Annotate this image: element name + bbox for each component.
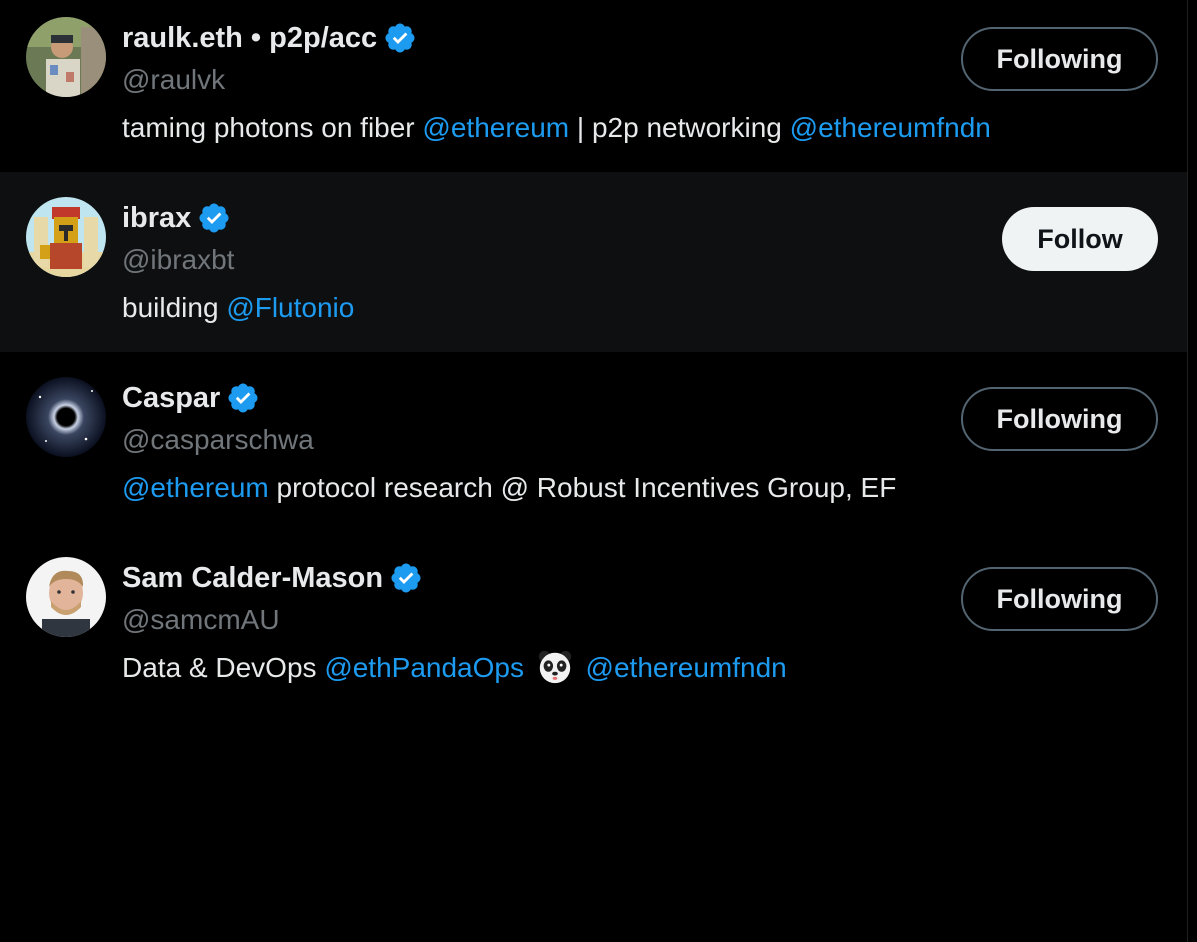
- panda-emoji-icon: [536, 648, 574, 686]
- following-button[interactable]: Following: [961, 27, 1158, 91]
- verified-badge-icon[interactable]: [197, 201, 231, 235]
- avatar[interactable]: [26, 377, 106, 457]
- user-cell-raulvk[interactable]: raulk.eth • p2p/acc @raulvk taming photo…: [0, 0, 1188, 180]
- mention-link[interactable]: @ethereumfndn: [586, 652, 787, 683]
- display-name-line[interactable]: Caspar: [122, 378, 260, 418]
- mention-link[interactable]: @ethereum: [422, 112, 569, 143]
- display-name-line[interactable]: raulk.eth • p2p/acc: [122, 18, 417, 58]
- bio-text: protocol research @ Robust Incentives Gr…: [268, 472, 897, 503]
- handle[interactable]: @ibraxbt: [122, 243, 234, 277]
- display-name[interactable]: Sam Calder-Mason: [122, 562, 383, 595]
- scrollbar[interactable]: [1187, 0, 1197, 942]
- bio-text: building: [122, 292, 227, 323]
- bio: building @Flutonio: [122, 288, 354, 328]
- handle[interactable]: @raulvk: [122, 63, 225, 97]
- mention-link[interactable]: @ethereum: [122, 472, 269, 503]
- display-name[interactable]: Caspar: [122, 382, 220, 415]
- display-name[interactable]: ibrax: [122, 202, 191, 235]
- avatar[interactable]: [26, 197, 106, 277]
- mention-link[interactable]: @ethereumfndn: [790, 112, 991, 143]
- bio-text: | p2p networking: [569, 112, 790, 143]
- user-cell-ibraxbt[interactable]: ibrax @ibraxbt building @Flutonio Follow: [0, 172, 1188, 352]
- bio-text: Data & DevOps: [122, 652, 325, 683]
- bio: Data & DevOps @ethPandaOps @ethereumfndn: [122, 648, 787, 688]
- avatar[interactable]: [26, 557, 106, 637]
- handle[interactable]: @casparschwa: [122, 423, 314, 457]
- display-name[interactable]: raulk.eth • p2p/acc: [122, 22, 377, 55]
- following-button[interactable]: Following: [961, 387, 1158, 451]
- mention-link[interactable]: @ethPandaOps: [324, 652, 524, 683]
- account-list: raulk.eth • p2p/acc @raulvk taming photo…: [0, 0, 1188, 942]
- user-cell-casparschwa[interactable]: Caspar @casparschwa @ethereum protocol r…: [0, 352, 1188, 532]
- handle[interactable]: @samcmAU: [122, 603, 280, 637]
- verified-badge-icon[interactable]: [383, 21, 417, 55]
- user-cell-samcmAU[interactable]: Sam Calder-Mason @samcmAU Data & DevOps …: [0, 532, 1188, 712]
- bio-text: taming photons on fiber: [122, 112, 423, 143]
- bio: taming photons on fiber @ethereum | p2p …: [122, 108, 991, 148]
- mention-link[interactable]: @Flutonio: [226, 292, 354, 323]
- display-name-line[interactable]: Sam Calder-Mason: [122, 558, 423, 598]
- verified-badge-icon[interactable]: [389, 561, 423, 595]
- bio: @ethereum protocol research @ Robust Inc…: [122, 468, 896, 508]
- verified-badge-icon[interactable]: [226, 381, 260, 415]
- following-button[interactable]: Following: [961, 567, 1158, 631]
- avatar[interactable]: [26, 17, 106, 97]
- follow-button[interactable]: Follow: [1002, 207, 1158, 271]
- display-name-line[interactable]: ibrax: [122, 198, 231, 238]
